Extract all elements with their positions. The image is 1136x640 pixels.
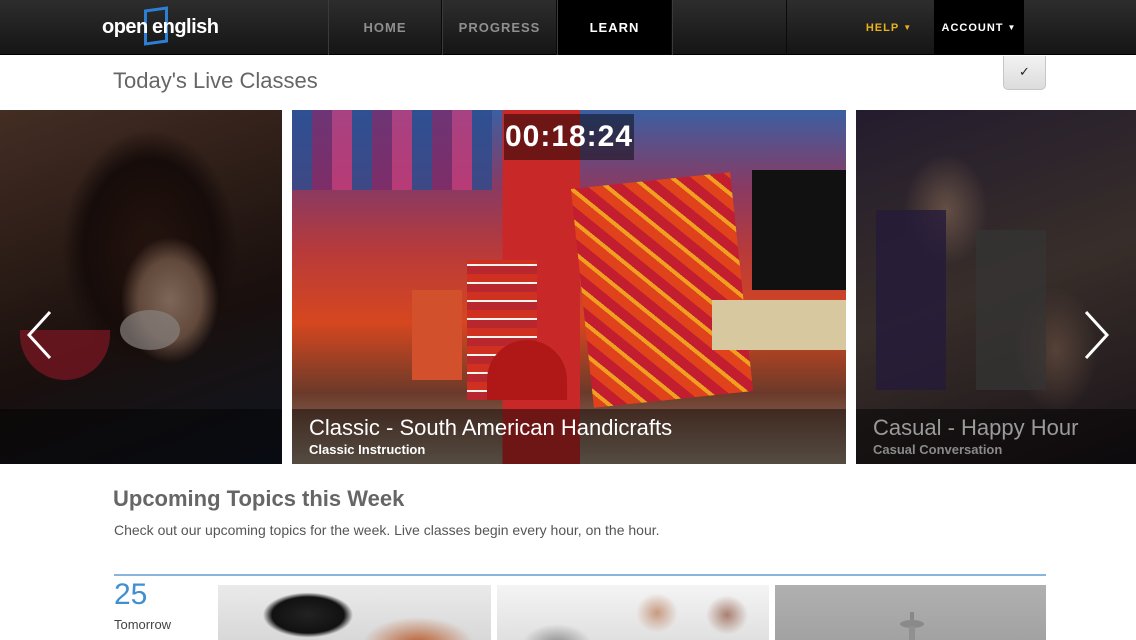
check-button[interactable]: ✓ xyxy=(1003,56,1046,90)
slide-subtitle: Casual Conversation xyxy=(873,442,1003,457)
carousel-next-arrow-icon[interactable] xyxy=(1082,310,1110,360)
day-number: 25 xyxy=(114,578,148,611)
carousel-slide-next[interactable]: Casual - Happy Hour Casual Conversation xyxy=(856,110,1136,464)
nav-learn[interactable]: LEARN xyxy=(557,0,672,55)
nav-empty-slot xyxy=(672,0,787,55)
logo-word-english: english xyxy=(152,16,219,38)
carousel-slide-previous[interactable] xyxy=(0,110,282,464)
nav-help-label: HELP xyxy=(865,22,900,34)
slide-image-detail xyxy=(412,290,462,380)
slide-image-detail xyxy=(752,170,846,290)
open-english-logo[interactable]: open english xyxy=(100,6,220,48)
caret-down-icon: ▼ xyxy=(903,23,913,32)
topic-thumbnail[interactable] xyxy=(497,585,769,640)
nav-account-menu[interactable]: ACCOUNT ▼ xyxy=(934,0,1024,55)
upcoming-topics-title: Upcoming Topics this Week xyxy=(113,486,405,511)
space-needle-image xyxy=(900,612,924,640)
countdown-timer: 00:18:24 xyxy=(504,114,634,160)
slide-caption: Casual - Happy Hour Casual Conversation xyxy=(856,409,1136,464)
logo-word-open: open xyxy=(102,16,148,38)
section-divider xyxy=(114,574,1046,576)
slide-subtitle: Classic Instruction xyxy=(309,442,426,457)
slide-title: Classic - South American Handicrafts xyxy=(309,415,673,440)
carousel-slide-current[interactable]: 00:18:24 Classic - South American Handic… xyxy=(292,110,846,464)
caret-down-icon: ▼ xyxy=(1007,23,1017,32)
nav-help-menu[interactable]: HELP ▼ xyxy=(844,0,934,55)
slide-title: Casual - Happy Hour xyxy=(873,415,1079,440)
live-classes-title: Today's Live Classes xyxy=(113,68,318,93)
slide-image-detail xyxy=(712,300,846,350)
topic-thumbnail[interactable] xyxy=(218,585,491,640)
nav-home[interactable]: HOME xyxy=(328,0,442,55)
slide-image-detail xyxy=(570,172,754,408)
slide-caption: Classic - South American Handicrafts Cla… xyxy=(292,409,846,464)
slide-image-detail xyxy=(292,110,492,190)
top-navigation-bar: open english HOME PROGRESS LEARN HELP ▼ A… xyxy=(0,0,1136,55)
upcoming-topics-description: Check out our upcoming topics for the we… xyxy=(114,522,660,538)
live-classes-carousel: 00:18:24 Classic - South American Handic… xyxy=(0,110,1136,464)
carousel-prev-arrow-icon[interactable] xyxy=(26,310,54,360)
slide-caption xyxy=(0,409,282,464)
check-icon: ✓ xyxy=(1019,64,1030,79)
day-label: Tomorrow xyxy=(114,617,172,632)
nav-progress[interactable]: PROGRESS xyxy=(442,0,557,55)
nav-account-label: ACCOUNT xyxy=(941,22,1004,34)
